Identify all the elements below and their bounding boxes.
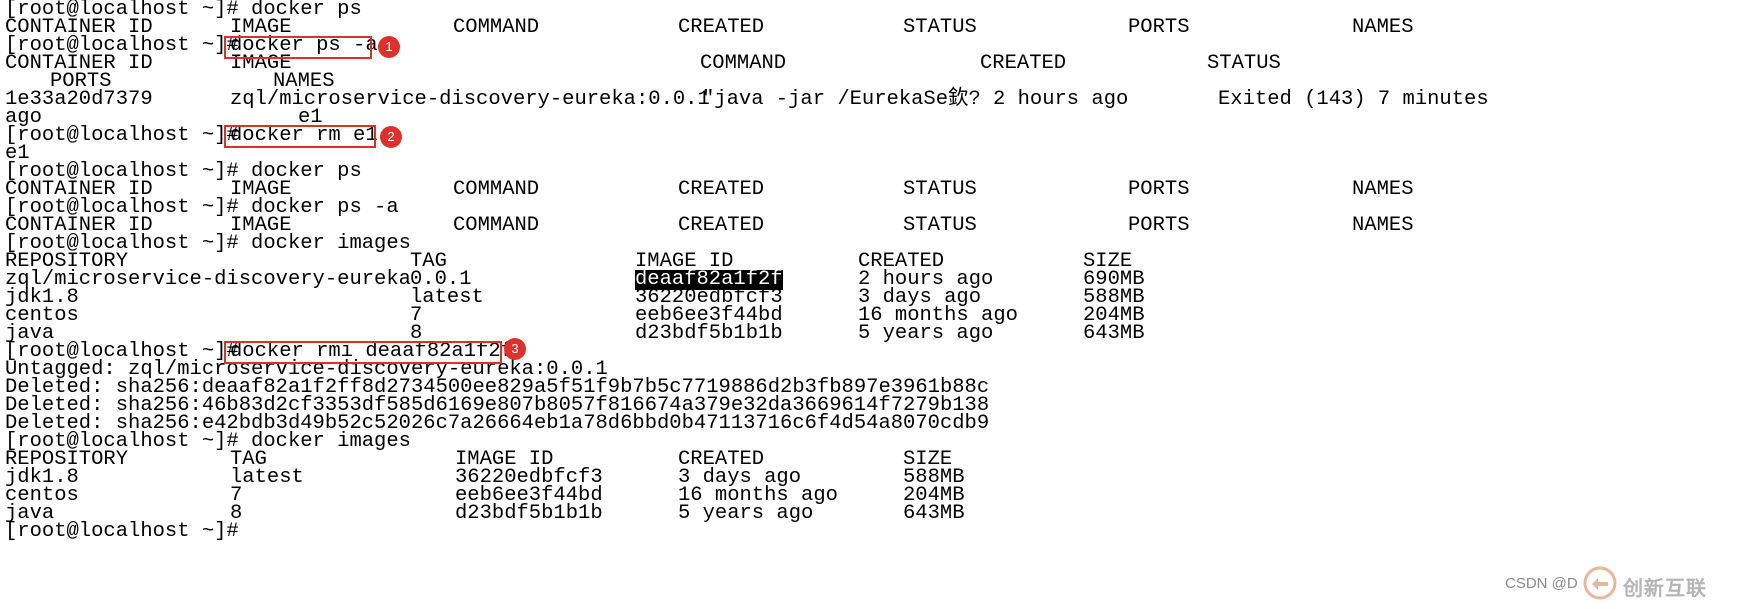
table-cell: 5 years ago [858,322,994,345]
watermark: CSDN @D 创新互联 [1505,566,1746,600]
table-cell: COMMAND [453,16,540,39]
table-cell: STATUS [903,178,977,201]
brand-logo-icon [1583,566,1617,600]
table-cell: PORTS [1128,214,1190,237]
terminal-text: [root@localhost ~]# [5,520,252,543]
table-cell: NAMES [1352,178,1414,201]
table-cell: 2 hours ago [993,88,1129,111]
table-cell: NAMES [1352,214,1414,237]
annotation-box [224,125,376,148]
annotation-number-badge: 3 [504,338,526,360]
table-cell: COMMAND [453,214,540,237]
terminal-text: [root@localhost ~]# [5,124,252,147]
table-cell: PORTS [1128,16,1190,39]
table-cell: COMMAND [453,178,540,201]
table-cell: STATUS [1207,52,1281,75]
table-cell: "java -jar /EurekaSe欽? [702,88,981,111]
terminal-window[interactable]: [root@localhost ~]# docker ps CONTAINER I… [0,0,1746,609]
table-cell: 643MB [1083,322,1145,345]
annotation-number-badge: 2 [380,126,402,148]
table-cell: COMMAND [700,52,787,75]
table-cell: d23bdf5b1b1b [635,322,783,345]
terminal-line: jdk1.8 latest 36220edbfcf3 3 days ago 588MB [0,467,1746,488]
watermark-text: CSDN @D [1505,575,1578,592]
terminal-line: centos 7 eeb6ee3f44bd 16 months ago 204MB [0,485,1746,506]
annotation-box [224,341,502,364]
table-cell: CREATED [980,52,1067,75]
table-cell: CREATED [678,214,765,237]
table-cell: CREATED [678,16,765,39]
annotation-number-badge: 1 [378,36,400,58]
table-cell: 643MB [903,502,965,525]
table-cell: STATUS [903,214,977,237]
table-cell: d23bdf5b1b1b [455,502,603,525]
terminal-line: [root@localhost ~]# [0,520,1746,543]
table-cell: PORTS [1128,178,1190,201]
table-cell: NAMES [1352,16,1414,39]
annotation-box [224,36,372,59]
terminal-line: java 8 d23bdf5b1b1b 5 years ago 643MB [0,502,1746,525]
table-cell: STATUS [903,16,977,39]
watermark-brand: 创新互联 [1623,576,1707,600]
table-cell: CREATED [678,178,765,201]
table-cell: 5 years ago [678,502,814,525]
terminal-line: 1e33a20d7379 zql/microservice-discovery-e… [0,88,1746,111]
table-cell: Exited (143) 7 minutes [1218,88,1489,111]
